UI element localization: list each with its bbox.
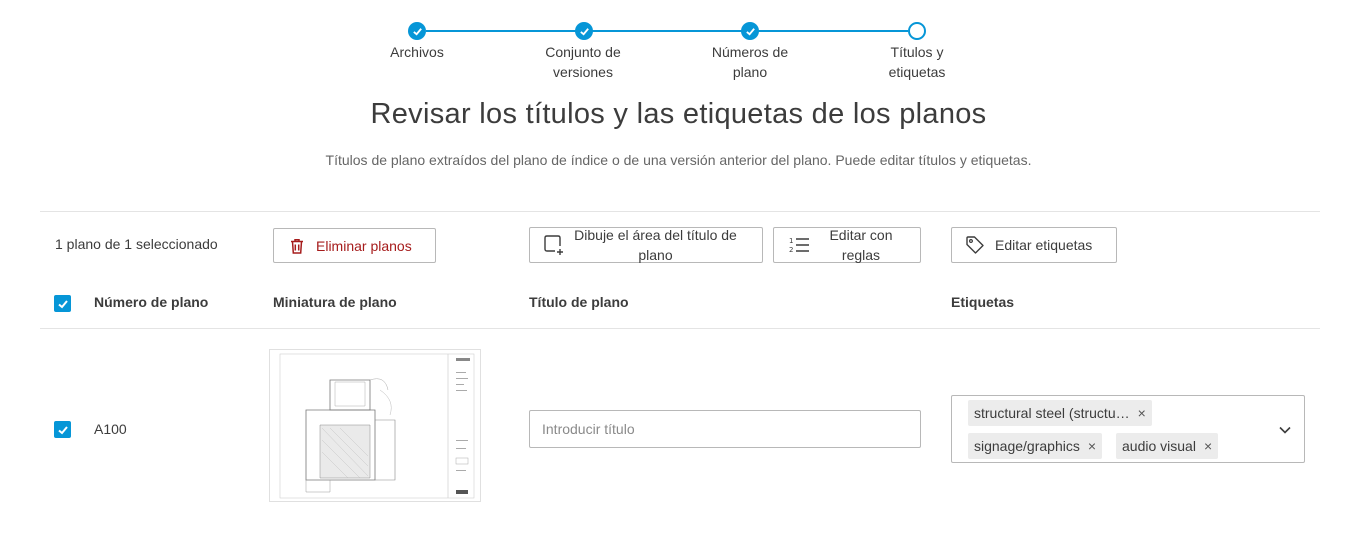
- stepper-line: [592, 30, 742, 32]
- tag-chip: structural steel (structu… ×: [968, 400, 1152, 426]
- check-icon: [57, 425, 68, 434]
- delete-sheets-button[interactable]: Eliminar planos: [273, 228, 436, 263]
- sheet-thumbnail[interactable]: [269, 349, 481, 502]
- step-4-current-indicator: [908, 22, 926, 40]
- tag-remove-icon[interactable]: ×: [1138, 405, 1146, 421]
- chevron-down-icon[interactable]: [1278, 423, 1292, 437]
- edit-tags-label: Editar etiquetas: [995, 237, 1093, 253]
- draw-title-area-label: Dibuje el área del título de plano: [574, 227, 737, 263]
- select-all-checkbox[interactable]: [54, 295, 71, 312]
- tag-chip: audio visual ×: [1116, 433, 1219, 459]
- tag-chip-label: structural steel (structu…: [974, 405, 1130, 421]
- svg-text:2: 2: [789, 246, 793, 254]
- step-label-numeros: Números de plano: [711, 44, 789, 80]
- tag-chip-label: audio visual: [1122, 438, 1196, 454]
- header-sheet-title[interactable]: Título de plano: [529, 294, 629, 310]
- delete-sheets-label: Eliminar planos: [316, 237, 412, 254]
- step-3-check-icon: [741, 22, 759, 40]
- header-sheet-thumbnail: Miniatura de plano: [273, 294, 397, 310]
- selection-count: 1 plano de 1 seleccionado: [55, 236, 218, 252]
- step-label-titulos: Títulos y etiquetas: [888, 44, 946, 80]
- row-checkbox[interactable]: [54, 421, 71, 438]
- header-tags[interactable]: Etiquetas: [951, 294, 1014, 310]
- numbered-list-icon: 1 2: [789, 237, 809, 254]
- step-2-check-icon: [575, 22, 593, 40]
- tag-remove-icon[interactable]: ×: [1088, 438, 1096, 454]
- stepper-line: [426, 30, 576, 32]
- divider: [40, 328, 1320, 329]
- page-title: Revisar los títulos y las etiquetas de l…: [370, 98, 987, 130]
- draw-area-icon: [544, 235, 563, 255]
- header-sheet-number[interactable]: Número de plano: [94, 294, 208, 310]
- svg-text:1: 1: [789, 237, 793, 245]
- tag-icon: [966, 236, 984, 254]
- page-subtitle: Títulos de plano extraídos del plano de …: [325, 152, 1032, 168]
- divider: [40, 211, 1320, 212]
- edit-with-rules-label: Editar con reglas: [829, 227, 893, 263]
- tag-chip: signage/graphics ×: [968, 433, 1103, 459]
- trash-icon: [291, 238, 303, 254]
- sheet-title-input[interactable]: [529, 410, 921, 448]
- draw-title-area-button[interactable]: Dibuje el área del título de plano: [529, 227, 763, 263]
- tag-chip-label: signage/graphics: [974, 438, 1080, 454]
- step-label-conjunto: Conjunto de versiones: [545, 44, 621, 80]
- edit-with-rules-button[interactable]: 1 2 Editar con reglas: [773, 227, 921, 263]
- tag-remove-icon[interactable]: ×: [1204, 438, 1212, 454]
- progress-stepper: Archivos Conjunto de versiones Números d…: [0, 10, 1357, 90]
- edit-tags-button[interactable]: Editar etiquetas: [951, 227, 1117, 263]
- sheet-number: A100: [94, 421, 127, 437]
- step-1-check-icon: [408, 22, 426, 40]
- stepper-line: [758, 30, 908, 32]
- tags-multiselect[interactable]: structural steel (structu… × signage/gra…: [951, 395, 1305, 463]
- step-label-archivos: Archivos: [390, 44, 444, 60]
- check-icon: [57, 299, 68, 308]
